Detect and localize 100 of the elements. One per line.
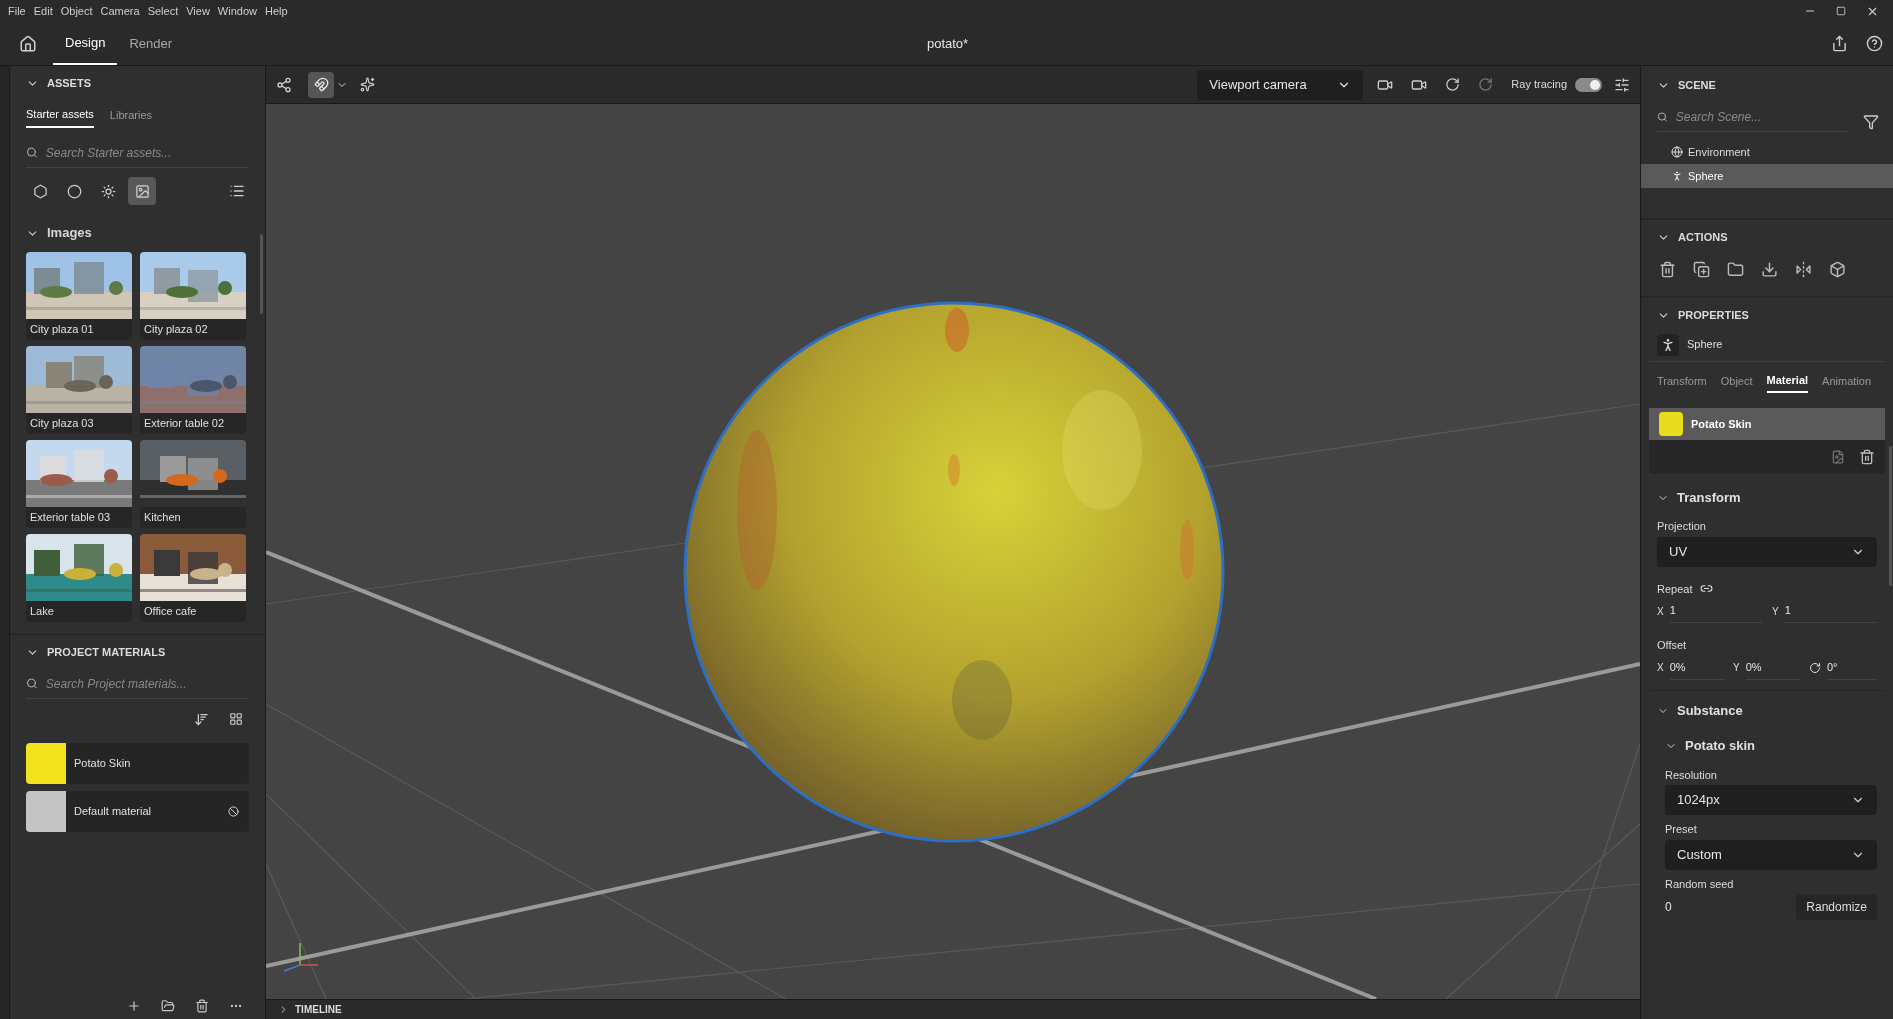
sparkle-icon[interactable]	[360, 77, 375, 92]
thumbnail-label: Exterior table 02	[143, 416, 226, 431]
cube-icon[interactable]	[1829, 260, 1846, 278]
timeline-title: TIMELINE	[295, 1003, 342, 1017]
menu-item[interactable]: Object	[56, 2, 97, 20]
number-field[interactable]: 0%	[1745, 655, 1801, 680]
globe-icon	[1671, 146, 1683, 158]
menu-item[interactable]: File	[4, 2, 30, 20]
rotate-icon[interactable]	[1445, 77, 1461, 92]
menu-item[interactable]: Select	[143, 2, 183, 20]
menu-item[interactable]: Window	[213, 2, 261, 20]
image-icon	[134, 183, 150, 199]
list-view-icon[interactable]	[229, 183, 245, 199]
number-field[interactable]: 1	[1784, 599, 1877, 623]
filter-icon[interactable]	[1863, 114, 1879, 130]
assets-tab[interactable]: Libraries	[109, 102, 153, 128]
snap-button[interactable]	[308, 71, 334, 98]
scene-item[interactable]: Environment	[1641, 140, 1893, 164]
preset-dropdown[interactable]: Custom	[1665, 839, 1877, 870]
group-title: Potato skin	[1685, 736, 1756, 755]
menu-item[interactable]: View	[182, 2, 214, 20]
section-title: ACTIONS	[1678, 229, 1728, 245]
number-field[interactable]: 1	[1669, 599, 1762, 623]
section-title: PROJECT MATERIALS	[47, 644, 166, 660]
maximize-icon[interactable]	[1836, 6, 1846, 16]
assets-tab[interactable]: Starter assets	[26, 102, 94, 128]
mode-tab[interactable]: Render	[117, 22, 185, 65]
menu-item[interactable]: Camera	[96, 2, 144, 20]
properties-tab[interactable]: Animation	[1822, 369, 1871, 393]
toggle-label: Ray tracing	[1511, 77, 1567, 93]
trash-icon[interactable]	[195, 999, 209, 1013]
field-label: Repeat	[1657, 581, 1693, 597]
axis-label: Y	[1733, 661, 1740, 675]
grid-view-icon[interactable]	[229, 712, 243, 726]
settings-icon[interactable]	[1614, 76, 1630, 93]
asset-thumbnail[interactable]: Exterior table 03	[26, 440, 132, 528]
scrollbar[interactable]	[260, 234, 263, 314]
properties-tab[interactable]: Material	[1766, 369, 1809, 393]
texture-icon[interactable]	[1831, 450, 1845, 464]
thumbnail-label: Exterior table 03	[29, 510, 112, 525]
search-icon	[26, 146, 38, 159]
material-icon	[66, 183, 82, 199]
axis-label: X	[1657, 661, 1664, 675]
help-icon[interactable]	[1866, 35, 1883, 52]
drop-to-floor-icon[interactable]	[1761, 260, 1778, 278]
folder-icon[interactable]	[161, 999, 175, 1013]
folder-icon[interactable]	[1727, 260, 1744, 278]
resolution-dropdown[interactable]: 1024px	[1665, 785, 1877, 815]
duplicate-icon[interactable]	[1693, 260, 1710, 278]
nodes-icon[interactable]	[276, 76, 292, 93]
properties-tab[interactable]: Object	[1720, 369, 1753, 393]
search-field[interactable]: Search Starter assets...	[45, 143, 249, 162]
trash-icon[interactable]	[1859, 449, 1875, 465]
material-name: Default material	[74, 804, 153, 820]
number-field[interactable]: 0°	[1827, 655, 1877, 680]
ray-tracing-toggle[interactable]	[1575, 77, 1602, 92]
group-title: Substance	[1677, 701, 1743, 720]
axis-label: X	[1657, 604, 1664, 619]
menu-item[interactable]: Edit	[29, 2, 57, 20]
asset-thumbnail[interactable]: City plaza 01	[26, 252, 132, 340]
field-label: Random seed	[1665, 876, 1735, 892]
trash-icon[interactable]	[1659, 260, 1676, 278]
add-icon[interactable]	[127, 999, 141, 1013]
asset-thumbnail[interactable]: Office cafe	[140, 534, 246, 622]
rotate-icon	[1478, 77, 1494, 92]
material-item[interactable]: Default material	[26, 791, 249, 832]
home-icon[interactable]	[19, 34, 37, 53]
search-icon	[1657, 110, 1668, 123]
object-name: Sphere	[1687, 337, 1723, 353]
number-field[interactable]: 0%	[1669, 655, 1725, 680]
camera-dropdown[interactable]: Viewport camera	[1197, 69, 1364, 100]
document-title: potato*	[926, 34, 969, 53]
share-icon[interactable]	[1831, 35, 1848, 52]
asset-thumbnail[interactable]: Kitchen	[140, 440, 246, 528]
search-field[interactable]: Search Scene...	[1675, 107, 1847, 126]
category-title: Images	[47, 224, 92, 243]
search-field[interactable]: Search Project materials...	[45, 674, 249, 693]
field-label: Offset	[1657, 638, 1688, 653]
section-title: SCENE	[1678, 77, 1716, 93]
figure-icon	[1671, 170, 1683, 182]
projection-dropdown[interactable]: UV	[1657, 536, 1877, 567]
asset-thumbnail[interactable]: City plaza 03	[26, 346, 132, 434]
thumbnail-label: Office cafe	[143, 604, 198, 619]
asset-thumbnail[interactable]: Lake	[26, 534, 132, 622]
asset-thumbnail[interactable]: City plaza 02	[140, 252, 246, 340]
sort-icon[interactable]	[194, 711, 209, 727]
properties-tab[interactable]: Transform	[1657, 369, 1707, 393]
material-item[interactable]: Potato Skin	[26, 743, 249, 784]
scene-item[interactable]: Sphere	[1641, 164, 1893, 188]
material-row[interactable]: Potato Skin	[1649, 408, 1885, 440]
section-title: PROPERTIES	[1678, 307, 1749, 323]
filter-button[interactable]	[128, 177, 156, 205]
thumbnail-label: Kitchen	[143, 510, 182, 525]
scrollbar[interactable]	[1889, 446, 1892, 586]
magnet-icon	[313, 77, 329, 92]
light-icon	[100, 183, 116, 199]
mirror-icon[interactable]	[1795, 260, 1812, 278]
randomize-button[interactable]: Randomize	[1796, 894, 1877, 920]
asset-thumbnail[interactable]: Exterior table 02	[140, 346, 246, 434]
menu-item[interactable]: Help	[261, 2, 292, 20]
